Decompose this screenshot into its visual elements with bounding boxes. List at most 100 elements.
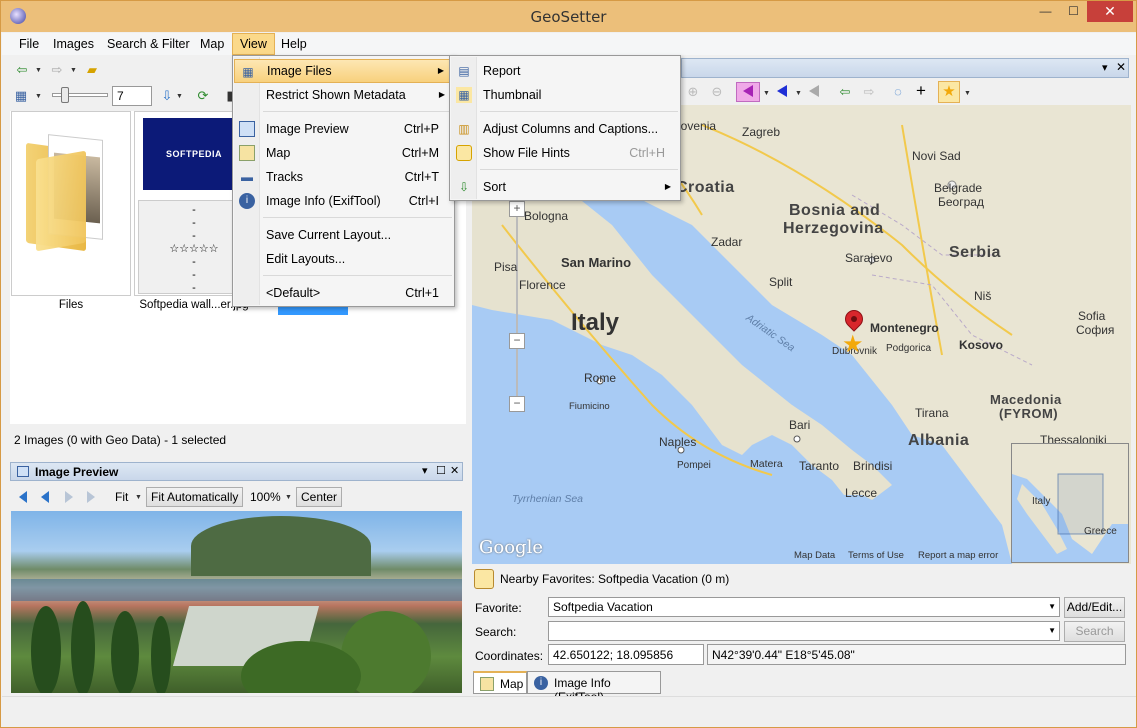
search-input[interactable]: ▼ xyxy=(548,621,1060,641)
menu-item-image-preview[interactable]: Image Preview Ctrl+P xyxy=(234,117,453,141)
chevron-down-icon[interactable]: ▼ xyxy=(964,90,971,97)
search-button[interactable]: Search xyxy=(1064,621,1125,642)
coordinates-decimal-field[interactable]: 42.650122; 18.095856 xyxy=(548,644,704,665)
menu-item-image-info[interactable]: i Image Info (ExifTool) Ctrl+I xyxy=(234,189,453,213)
chevron-down-icon[interactable]: ▼ xyxy=(795,90,802,97)
first-image-icon[interactable] xyxy=(19,491,27,503)
overview-minimap[interactable]: Italy Greece xyxy=(1011,443,1129,563)
menu-map[interactable]: Map xyxy=(193,33,231,55)
map-label-belgrade: Belgrade xyxy=(934,181,983,195)
map-label-macedonia: Macedonia xyxy=(990,392,1062,407)
menu-item-map[interactable]: Map Ctrl+M xyxy=(234,141,453,165)
map-zoom-out-button[interactable]: − xyxy=(509,396,525,412)
close-pane-icon[interactable]: ✕ xyxy=(450,464,459,477)
map-label-fiumicino: Fiumicino xyxy=(569,401,610,412)
menu-item-label: Save Current Layout... xyxy=(266,228,392,242)
chevron-down-icon[interactable]: ▾ xyxy=(422,464,428,477)
chevron-down-icon[interactable]: ▼ xyxy=(763,90,770,97)
last-image-icon[interactable] xyxy=(87,491,95,503)
menu-item-shortcut: Ctrl+H xyxy=(629,146,665,160)
minimize-button[interactable]: — xyxy=(1032,1,1059,22)
previous-image-icon[interactable] xyxy=(41,491,49,503)
map-data-link[interactable]: Map Data xyxy=(794,550,835,561)
close-pane-icon[interactable]: ✕ xyxy=(1116,60,1126,74)
chevron-down-icon[interactable]: ▼ xyxy=(135,494,142,501)
menu-item-image-files[interactable]: ▦ Image Files ▶ xyxy=(234,59,453,83)
favorite-value: Softpedia Vacation xyxy=(553,600,653,614)
favorite-star-marker-icon[interactable]: ★ xyxy=(842,333,864,357)
nearby-favorites-bar: Nearby Favorites: Softpedia Vacation (0 … xyxy=(472,567,1131,591)
menu-item-default-layout[interactable]: <Default> Ctrl+1 xyxy=(234,281,453,305)
close-button[interactable]: ✕ xyxy=(1087,1,1133,22)
slider-thumb[interactable] xyxy=(61,87,69,103)
menu-search-filter[interactable]: Search & Filter xyxy=(100,33,197,55)
fit-automatically-button[interactable]: Fit Automatically xyxy=(146,487,244,507)
chevron-down-icon[interactable]: ▼ xyxy=(285,494,292,501)
zoom-mode-select[interactable]: Fit xyxy=(115,490,128,504)
zoom-slider-track[interactable] xyxy=(516,205,518,405)
chevron-down-icon[interactable]: ▼ xyxy=(70,67,77,74)
forward-arrow-icon[interactable]: ⇨ xyxy=(49,62,65,78)
favorites-star-icon[interactable]: ★ xyxy=(938,81,960,103)
report-map-error-link[interactable]: Report a map error xyxy=(918,550,998,561)
menu-item-thumbnail[interactable]: ▦ Thumbnail xyxy=(451,83,679,107)
minimap-label-greece: Greece xyxy=(1084,526,1117,537)
thumbnail-files[interactable] xyxy=(11,111,131,296)
forward-arrow-icon[interactable]: ⇨ xyxy=(861,84,877,100)
folder-icon[interactable]: ▰ xyxy=(84,62,100,78)
menu-item-tracks[interactable]: ▬ Tracks Ctrl+T xyxy=(234,165,453,189)
map-zoom-in-button[interactable]: + xyxy=(509,201,525,217)
zoom-slider-handle[interactable]: − xyxy=(509,333,525,349)
map-label-podgorica: Podgorica xyxy=(886,343,932,354)
zoom-select[interactable]: 100% xyxy=(250,490,281,504)
menu-item-shortcut: Ctrl+M xyxy=(401,146,439,160)
map-label-rome: Rome xyxy=(584,371,617,385)
map-label-bari: Bari xyxy=(789,418,811,432)
zoom-out-icon[interactable]: ⊖ xyxy=(709,84,725,100)
thumbnail-icon: ▦ xyxy=(456,87,472,103)
menu-file[interactable]: File xyxy=(12,33,46,55)
sort-icon[interactable]: ⇩ xyxy=(159,88,175,104)
menu-help[interactable]: Help xyxy=(274,33,314,55)
map-label-bosnia: Bosnia and xyxy=(789,202,881,219)
back-arrow-icon[interactable]: ⇦ xyxy=(14,62,30,78)
edit-favorite-icon[interactable] xyxy=(474,569,494,589)
add-edit-favorite-button[interactable]: Add/Edit... xyxy=(1064,597,1125,618)
thumbnail-size-stepper[interactable]: 7 xyxy=(112,86,152,106)
favorite-select[interactable]: Softpedia Vacation ▼ xyxy=(548,597,1060,617)
gray-marker-icon[interactable] xyxy=(809,85,819,97)
menu-item-report[interactable]: ▤ Report xyxy=(451,59,679,83)
next-image-icon[interactable] xyxy=(65,491,73,503)
blue-marker-icon[interactable] xyxy=(777,85,787,97)
menu-item-restrict-metadata[interactable]: Restrict Shown Metadata ▶ xyxy=(234,83,453,107)
maximize-button[interactable]: ☐ xyxy=(1060,1,1087,22)
map-pin-dot xyxy=(851,316,857,322)
menu-item-shortcut: Ctrl+T xyxy=(404,170,439,184)
chevron-down-icon[interactable]: ▾ xyxy=(1102,61,1108,74)
refresh-icon[interactable]: ⟳ xyxy=(195,88,211,104)
menu-view[interactable]: View xyxy=(232,33,275,55)
menu-item-sort[interactable]: ⇩ Sort ▶ xyxy=(451,175,679,199)
tab-map[interactable]: Map xyxy=(473,671,527,694)
terms-of-use-link[interactable]: Terms of Use xyxy=(848,550,904,561)
chevron-down-icon[interactable]: ▼ xyxy=(35,67,42,74)
tab-image-info[interactable]: i Image Info (ExifTool) xyxy=(527,671,661,704)
crosshair-icon[interactable]: + xyxy=(913,82,929,99)
search-label: Search: xyxy=(475,625,517,639)
menu-item-adjust-columns[interactable]: ▥ Adjust Columns and Captions... xyxy=(451,117,679,141)
center-button[interactable]: Center xyxy=(296,487,343,507)
chevron-down-icon[interactable]: ▼ xyxy=(176,93,183,100)
menu-item-edit-layouts[interactable]: Edit Layouts... xyxy=(234,247,453,271)
menu-item-show-file-hints[interactable]: Show File Hints Ctrl+H xyxy=(451,141,679,165)
speech-bubble-icon[interactable]: ◌ xyxy=(890,84,906,100)
maximize-pane-icon[interactable]: ☐ xyxy=(436,464,446,477)
menu-item-save-layout[interactable]: Save Current Layout... xyxy=(234,223,453,247)
submenu-arrow-icon: ▶ xyxy=(438,90,445,99)
menu-item-label: Restrict Shown Metadata xyxy=(266,88,406,102)
zoom-in-icon[interactable]: ⊕ xyxy=(685,84,701,100)
view-mode-icon[interactable]: ▦ xyxy=(13,88,29,104)
chevron-down-icon[interactable]: ▼ xyxy=(35,93,42,100)
menu-images[interactable]: Images xyxy=(46,33,101,55)
nearby-favorites-text: Nearby Favorites: Softpedia Vacation (0 … xyxy=(500,572,730,586)
back-arrow-icon[interactable]: ⇦ xyxy=(837,84,853,100)
